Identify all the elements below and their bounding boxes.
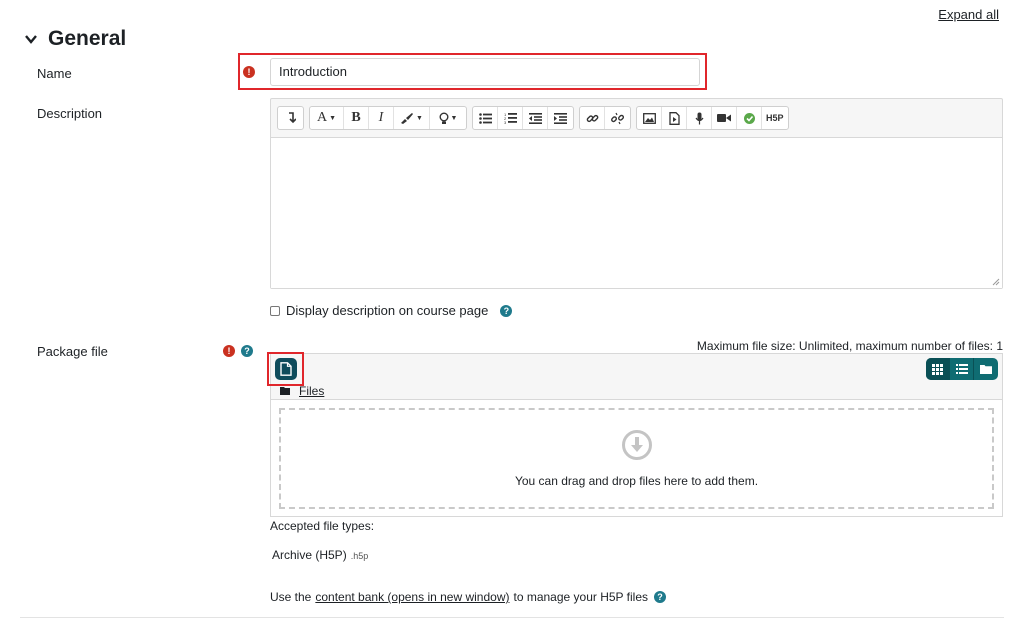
drop-zone-text: You can drag and drop files here to add … [514,473,759,488]
color-icon[interactable]: ▼ [394,107,430,129]
accepted-type-item: Archive (H5P) .h5p [272,548,368,562]
h5p-icon[interactable]: H5P [762,107,788,129]
manage-files-icon[interactable] [737,107,762,129]
display-description-checkbox[interactable] [270,305,280,316]
accepted-types-label: Accepted file types: [270,519,375,533]
file-picker: Files You can drag and drop files here t… [270,353,1003,517]
list-view-icon[interactable] [950,358,974,380]
accepted-type-name: Archive (H5P) [272,548,347,562]
grid-view-icon[interactable] [926,358,950,380]
unlink-icon[interactable] [605,107,630,129]
content-bank-link[interactable]: content bank (opens in new window) [315,590,509,604]
required-icon: ! [223,345,235,357]
section-title: General [48,27,127,50]
content-bank-prefix: Use the [270,590,312,604]
unordered-list-icon[interactable] [473,107,498,129]
ordered-list-icon[interactable]: 123 [498,107,523,129]
italic-button[interactable]: I [369,107,394,129]
bold-button[interactable]: B [344,107,369,129]
image-icon[interactable] [637,107,662,129]
breadcrumb: Files [280,384,324,398]
link-icon[interactable] [580,107,605,129]
file-drop-zone[interactable]: You can drag and drop files here to add … [271,399,1002,516]
name-label: Name [37,66,72,81]
outdent-icon[interactable] [523,107,548,129]
section-general-header[interactable]: General [24,27,126,51]
media-icon[interactable] [662,107,687,129]
editor-toolbar: A ▼ B I ▼ ▼ 123 H5P [277,106,789,130]
description-label: Description [37,106,103,121]
package-file-label: Package file [37,344,108,359]
view-switcher [926,358,998,380]
record-video-icon[interactable] [712,107,737,129]
add-file-highlight [267,352,304,386]
files-folder-link[interactable]: Files [299,384,324,398]
help-icon[interactable]: ? [654,591,667,603]
description-textarea[interactable] [271,137,1002,288]
folder-icon [280,387,290,395]
folder-view-icon[interactable] [974,358,998,380]
font-style-icon[interactable]: A ▼ [310,107,344,129]
lightbulb-icon[interactable]: ▼ [430,107,466,129]
help-icon[interactable]: ? [241,345,253,357]
help-icon[interactable]: ? [500,304,513,317]
required-icon: ! [243,66,255,78]
resize-handle-icon[interactable] [992,278,1000,286]
accepted-type-ext: .h5p [350,551,369,561]
content-bank-suffix: to manage your H5P files [513,590,649,604]
description-editor: A ▼ B I ▼ ▼ 123 H5P [270,98,1003,289]
display-description-row: Display description on course page ? [270,303,513,318]
indent-icon[interactable] [548,107,573,129]
content-bank-row: Use the content bank (opens in new windo… [270,590,667,604]
display-description-label[interactable]: Display description on course page [286,303,488,318]
collapse-icon[interactable] [278,107,303,129]
name-input[interactable]: Introduction [270,58,700,86]
max-file-size-text: Maximum file size: Unlimited, maximum nu… [696,339,1003,353]
expand-all-link[interactable]: Expand all [938,7,999,22]
record-audio-icon[interactable] [687,107,712,129]
section-divider [20,617,1004,618]
download-arrow-icon [621,429,652,460]
svg-text:3: 3 [504,120,507,124]
chevron-down-icon[interactable] [24,32,38,46]
